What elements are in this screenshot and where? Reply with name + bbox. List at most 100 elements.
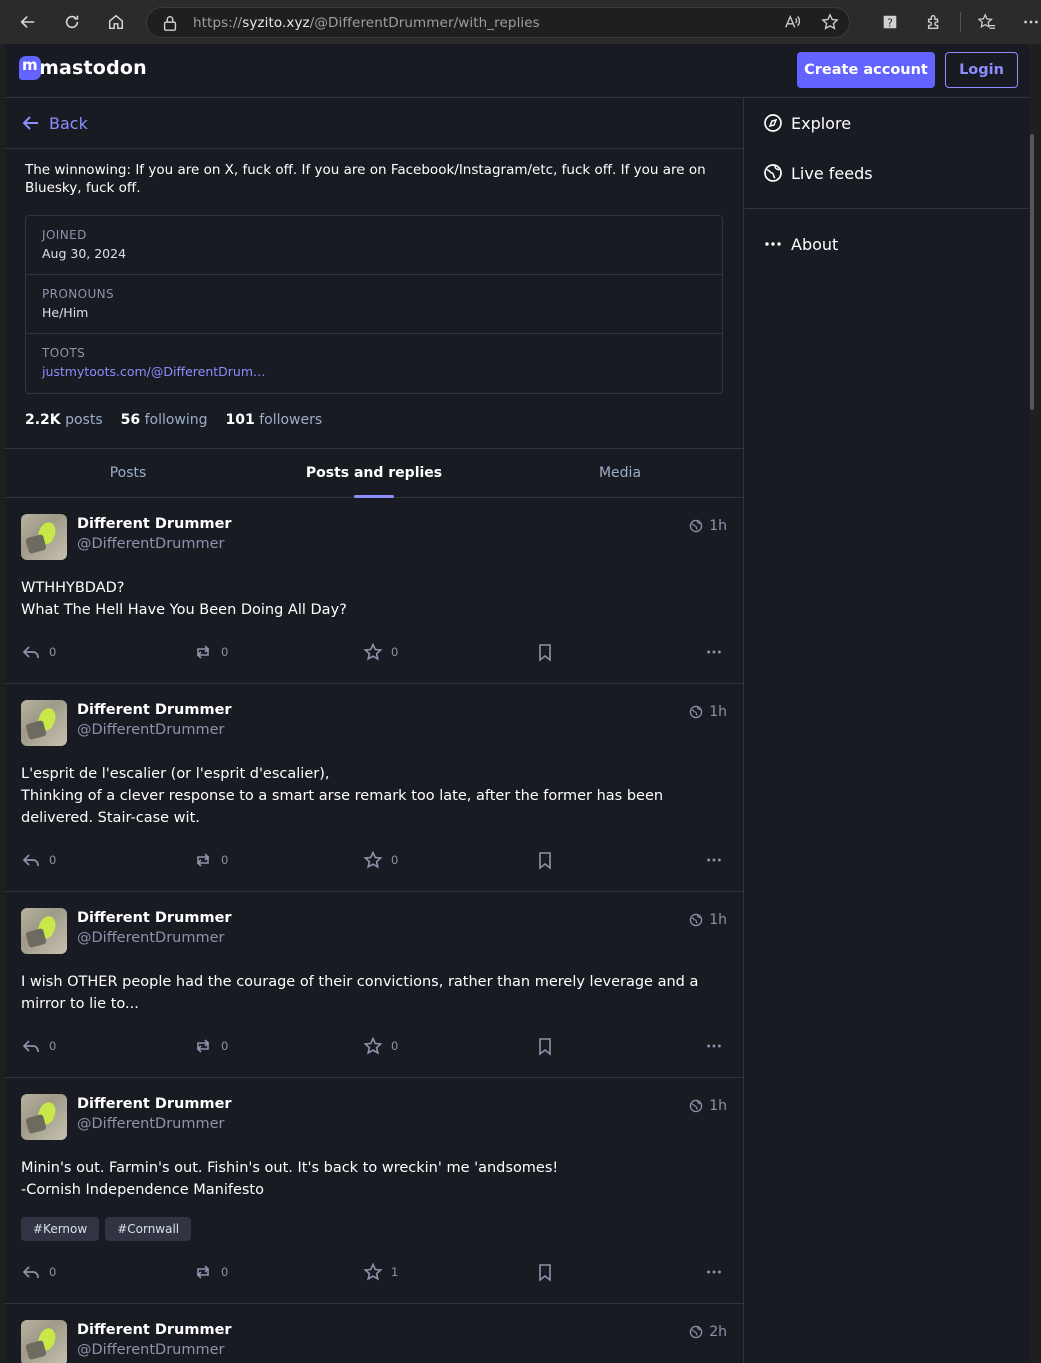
url-text[interactable]: https://syzito.xyz/@DifferentDrummer/wit… xyxy=(193,15,540,31)
status-author[interactable]: Different Drummer @DifferentDrummer xyxy=(77,1320,232,1363)
sidebar-item-about[interactable]: About xyxy=(745,219,1029,269)
relative-time: 1h xyxy=(709,518,727,534)
favorite-star-icon[interactable] xyxy=(821,13,839,31)
tab-posts[interactable]: Posts xyxy=(5,449,251,497)
more-options-button[interactable] xyxy=(705,850,731,870)
field-link[interactable]: justmytoots.com/@DifferentDrum… xyxy=(42,364,706,379)
favourite-button[interactable]: 1 xyxy=(363,1262,398,1282)
mastodon-page: mastodon Create account Login Back The w… xyxy=(5,44,1029,1363)
status-author[interactable]: Different Drummer @DifferentDrummer xyxy=(77,514,232,562)
content-line: What The Hell Have You Been Doing All Da… xyxy=(21,602,347,618)
display-name: Different Drummer xyxy=(77,1322,232,1338)
sidebar-item-explore[interactable]: Explore xyxy=(745,98,1029,148)
status-item[interactable]: Different Drummer @DifferentDrummer 1h WTHH… xyxy=(5,498,743,684)
lock-icon[interactable] xyxy=(161,14,179,32)
extensions-icon[interactable] xyxy=(912,0,956,44)
following-count-number: 56 xyxy=(120,412,141,428)
status-content: Minin's out. Farmin's out. Fishin's out.… xyxy=(21,1157,727,1201)
reply-button[interactable]: 0 xyxy=(21,642,56,662)
site-header: mastodon Create account Login xyxy=(5,44,1029,98)
login-button[interactable]: Login xyxy=(945,52,1018,88)
bookmark-button[interactable] xyxy=(535,1036,563,1056)
favourite-button[interactable]: 0 xyxy=(363,1036,398,1056)
bookmark-button[interactable] xyxy=(535,642,563,662)
more-options-button[interactable] xyxy=(705,1262,731,1282)
favourite-button[interactable]: 0 xyxy=(363,850,398,870)
more-options-button[interactable] xyxy=(705,642,731,662)
star-icon xyxy=(363,1036,391,1056)
status-content: I wish OTHER people had the courage of t… xyxy=(21,971,727,1015)
reply-icon xyxy=(21,642,49,662)
account-handle: @DifferentDrummer xyxy=(77,1342,225,1358)
bookmark-icon xyxy=(535,1262,563,1282)
favourite-count: 0 xyxy=(391,645,399,659)
browser-toolbar: https://syzito.xyz/@DifferentDrummer/wit… xyxy=(0,0,1041,44)
following-count[interactable]: 56 following xyxy=(121,412,208,448)
avatar[interactable] xyxy=(21,700,67,746)
status-item[interactable]: Different Drummer @DifferentDrummer 1h I wi… xyxy=(5,892,743,1078)
boost-icon xyxy=(193,1036,221,1056)
avatar[interactable] xyxy=(21,514,67,560)
followers-count[interactable]: 101 followers xyxy=(226,412,323,448)
address-bar[interactable]: https://syzito.xyz/@DifferentDrummer/wit… xyxy=(146,7,850,38)
hashtag[interactable]: #Cornwall xyxy=(105,1217,192,1241)
bookmark-button[interactable] xyxy=(535,850,563,870)
status-item[interactable]: Different Drummer @DifferentDrummer 2h xyxy=(5,1304,743,1363)
public-globe-icon xyxy=(689,913,709,927)
profile-counts: 2.2K posts 56 following 101 followers xyxy=(5,394,743,448)
hashtag[interactable]: #Kernow xyxy=(21,1217,100,1241)
tab-posts-and-replies[interactable]: Posts and replies xyxy=(251,449,497,498)
status-timestamp[interactable]: 1h xyxy=(689,1098,727,1114)
reply-count: 0 xyxy=(49,1039,57,1053)
relative-time: 2h xyxy=(709,1324,727,1340)
status-author[interactable]: Different Drummer @DifferentDrummer xyxy=(77,700,232,748)
favourite-button[interactable]: 0 xyxy=(363,642,398,662)
status-author[interactable]: Different Drummer @DifferentDrummer xyxy=(77,908,232,956)
boost-count: 0 xyxy=(221,1265,229,1279)
status-author[interactable]: Different Drummer @DifferentDrummer xyxy=(77,1094,232,1142)
boost-button[interactable]: 0 xyxy=(193,1036,228,1056)
status-timestamp[interactable]: 2h xyxy=(689,1324,727,1340)
page-scrollbar[interactable] xyxy=(1029,44,1041,1363)
status-item[interactable]: Different Drummer @DifferentDrummer 1h Mini… xyxy=(5,1078,743,1304)
back-arrow-icon[interactable] xyxy=(6,0,50,44)
reply-count: 0 xyxy=(49,853,57,867)
sidebar-item-live-feeds[interactable]: Live feeds xyxy=(745,148,1029,198)
status-item[interactable]: Different Drummer @DifferentDrummer 1h L'es… xyxy=(5,684,743,892)
boost-button[interactable]: 0 xyxy=(193,1262,228,1282)
scrollbar-thumb[interactable] xyxy=(1030,134,1034,410)
boost-button[interactable]: 0 xyxy=(193,642,228,662)
create-account-button[interactable]: Create account xyxy=(797,52,935,88)
more-menu-icon[interactable] xyxy=(1009,0,1041,44)
avatar[interactable] xyxy=(21,908,67,954)
home-icon[interactable] xyxy=(94,0,138,44)
status-header: Different Drummer @DifferentDrummer xyxy=(21,1320,727,1363)
status-timestamp[interactable]: 1h xyxy=(689,704,727,720)
status-actions: 0 0 0 xyxy=(21,829,727,891)
refresh-icon[interactable] xyxy=(50,0,94,44)
status-timestamp[interactable]: 1h xyxy=(689,518,727,534)
favorites-icon[interactable] xyxy=(965,0,1009,44)
avatar[interactable] xyxy=(21,1094,67,1140)
boost-count: 0 xyxy=(221,1039,229,1053)
tab-media[interactable]: Media xyxy=(497,449,743,497)
reply-button[interactable]: 0 xyxy=(21,1036,56,1056)
posts-count[interactable]: 2.2K posts xyxy=(25,412,103,448)
help-icon[interactable]: ? xyxy=(868,0,912,44)
profile-tabs: Posts Posts and replies Media xyxy=(5,448,743,498)
reply-button[interactable]: 0 xyxy=(21,850,56,870)
status-timestamp[interactable]: 1h xyxy=(689,912,727,928)
status-actions: 0 0 0 xyxy=(21,1015,727,1077)
bookmark-button[interactable] xyxy=(535,1262,563,1282)
read-aloud-icon[interactable] xyxy=(783,13,801,31)
field-key: TOOTS xyxy=(42,346,86,360)
boost-button[interactable]: 0 xyxy=(193,850,228,870)
back-button[interactable]: Back xyxy=(5,98,743,149)
avatar[interactable] xyxy=(21,1320,67,1363)
favourite-count: 1 xyxy=(391,1265,399,1279)
display-name: Different Drummer xyxy=(77,1096,232,1112)
reply-icon xyxy=(21,1036,49,1056)
mastodon-logo[interactable]: mastodon xyxy=(19,56,147,80)
more-options-button[interactable] xyxy=(705,1036,731,1056)
reply-button[interactable]: 0 xyxy=(21,1262,56,1282)
